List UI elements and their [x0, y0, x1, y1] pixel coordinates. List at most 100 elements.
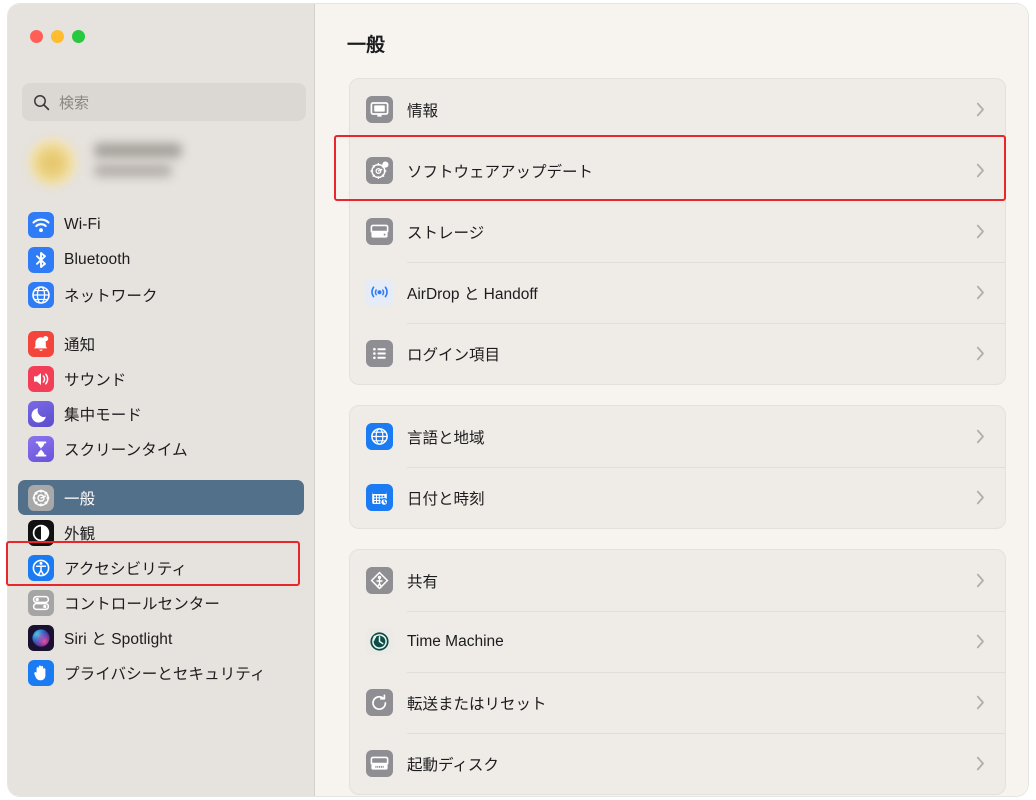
row-sharing[interactable]: 共有: [350, 550, 1005, 611]
chevron-right-icon: [976, 573, 985, 588]
sidebar-item-accessibility[interactable]: アクセシビリティ: [18, 550, 304, 585]
sidebar-item-notifications[interactable]: 通知: [18, 326, 304, 361]
row-label: AirDrop と Handoff: [407, 285, 538, 303]
bluetooth-icon: [28, 246, 54, 273]
chevron-right-icon: [976, 490, 985, 505]
row-transfer-reset[interactable]: 転送またはリセット: [350, 672, 1005, 733]
row-software-update[interactable]: ソフトウェアアップデート: [350, 140, 1005, 201]
sharing-icon: [366, 567, 393, 594]
info-display-icon: [366, 96, 393, 123]
sidebar-item-general[interactable]: 一般: [18, 480, 304, 515]
row-label: Time Machine: [407, 632, 504, 650]
chevron-right-icon: [976, 756, 985, 771]
sidebar-nav: Wi-Fi Bluetooth ネットワーク 通知 サウンド 集中モード スクリ…: [8, 207, 314, 690]
sidebar-item-label: 外観: [64, 525, 96, 543]
row-storage[interactable]: ストレージ: [350, 201, 1005, 262]
startup-disk-icon: [366, 750, 393, 777]
settings-card-system-tools: 共有 Time Machine 転送またはリセット 起動ディスク: [349, 549, 1006, 795]
sidebar-item-appearance[interactable]: 外観: [18, 515, 304, 550]
window-controls: [30, 30, 85, 43]
appearance-contrast-icon: [28, 519, 54, 546]
page-title: 一般: [347, 35, 386, 56]
sidebar-item-label: コントロールセンター: [64, 595, 221, 613]
chevron-right-icon: [976, 346, 985, 361]
sidebar-item-label: サウンド: [64, 371, 127, 389]
sidebar-item-label: Bluetooth: [64, 250, 131, 268]
privacy-hand-icon: [28, 659, 54, 686]
sidebar-item-label: ネットワーク: [64, 287, 158, 305]
sidebar-item-label: 集中モード: [64, 406, 143, 424]
user-name-redacted: [94, 143, 182, 158]
sidebar-item-wifi[interactable]: Wi-Fi: [18, 207, 304, 242]
chevron-right-icon: [976, 429, 985, 444]
control-center-toggles-icon: [28, 589, 54, 616]
row-date-time[interactable]: 日付と時刻: [350, 467, 1005, 528]
row-label: 共有: [407, 573, 439, 591]
chevron-right-icon: [976, 163, 985, 178]
settings-cards: 情報 ソフトウェアアップデート ストレージ AirDrop と Handoff …: [349, 78, 1006, 795]
row-airdrop-handoff[interactable]: AirDrop と Handoff: [350, 262, 1005, 323]
date-time-calendar-icon: [366, 484, 393, 511]
general-gear-icon: [28, 484, 54, 511]
row-label: ストレージ: [407, 224, 485, 242]
time-machine-icon: [366, 628, 393, 655]
network-globe-icon: [28, 281, 54, 308]
notifications-bell-icon: [28, 330, 54, 357]
sidebar-item-label: 通知: [64, 336, 96, 354]
row-label: ソフトウェアアップデート: [407, 163, 594, 181]
user-profile-row[interactable]: [28, 137, 288, 189]
row-label: 転送またはリセット: [407, 695, 547, 713]
minimize-button[interactable]: [51, 30, 64, 43]
sidebar-item-label: アクセシビリティ: [64, 560, 188, 578]
avatar: [28, 137, 78, 187]
sidebar-item-label: プライバシーとセキュリティ: [64, 665, 266, 683]
row-login-items[interactable]: ログイン項目: [350, 323, 1005, 384]
accessibility-person-icon: [28, 554, 54, 581]
software-update-gear-icon: [366, 157, 393, 184]
chevron-right-icon: [976, 224, 985, 239]
chevron-right-icon: [976, 285, 985, 300]
row-about[interactable]: 情報: [350, 79, 1005, 140]
login-items-list-icon: [366, 340, 393, 367]
sidebar-group-system: 一般 外観 アクセシビリティ コントロールセンター Siri と Spotlig…: [8, 480, 314, 690]
sidebar-item-focus[interactable]: 集中モード: [18, 396, 304, 431]
language-globe-icon: [366, 423, 393, 450]
search-icon: [33, 94, 50, 111]
row-time-machine[interactable]: Time Machine: [350, 611, 1005, 672]
storage-drive-icon: [366, 218, 393, 245]
airdrop-icon: [366, 279, 393, 306]
search-placeholder: 検索: [59, 94, 90, 112]
search-input[interactable]: 検索: [22, 83, 306, 121]
sidebar-item-label: Wi-Fi: [64, 215, 101, 233]
sidebar-item-privacy-security[interactable]: プライバシーとセキュリティ: [18, 655, 304, 690]
transfer-reset-icon: [366, 689, 393, 716]
sidebar-item-label: 一般: [64, 490, 96, 508]
row-label: 日付と時刻: [407, 490, 485, 508]
row-label: 情報: [407, 102, 439, 120]
sidebar-item-control-center[interactable]: コントロールセンター: [18, 585, 304, 620]
user-subtitle-redacted: [94, 164, 172, 177]
row-language-region[interactable]: 言語と地域: [350, 406, 1005, 467]
sidebar-item-screentime[interactable]: スクリーンタイム: [18, 431, 304, 466]
sidebar-item-sound[interactable]: サウンド: [18, 361, 304, 396]
row-label: 起動ディスク: [407, 756, 499, 774]
row-startup-disk[interactable]: 起動ディスク: [350, 733, 1005, 794]
sidebar-group-alerts: 通知 サウンド 集中モード スクリーンタイム: [8, 326, 314, 466]
sidebar-item-label: Siri と Spotlight: [64, 630, 173, 648]
close-button[interactable]: [30, 30, 43, 43]
chevron-right-icon: [976, 634, 985, 649]
sidebar: 検索 Wi-Fi Bluetooth ネットワーク 通知 サウンド 集中モード …: [8, 4, 315, 796]
sound-speaker-icon: [28, 365, 54, 392]
sidebar-item-bluetooth[interactable]: Bluetooth: [18, 242, 304, 277]
focus-moon-icon: [28, 400, 54, 427]
sidebar-item-siri-spotlight[interactable]: Siri と Spotlight: [18, 620, 304, 655]
wifi-icon: [28, 211, 54, 238]
system-settings-window: 検索 Wi-Fi Bluetooth ネットワーク 通知 サウンド 集中モード …: [8, 4, 1028, 796]
settings-card-device: 情報 ソフトウェアアップデート ストレージ AirDrop と Handoff …: [349, 78, 1006, 385]
siri-orb-icon: [28, 624, 54, 651]
sidebar-item-network[interactable]: ネットワーク: [18, 277, 304, 312]
chevron-right-icon: [976, 695, 985, 710]
maximize-button[interactable]: [72, 30, 85, 43]
screentime-hourglass-icon: [28, 435, 54, 462]
row-label: ログイン項目: [407, 346, 501, 364]
